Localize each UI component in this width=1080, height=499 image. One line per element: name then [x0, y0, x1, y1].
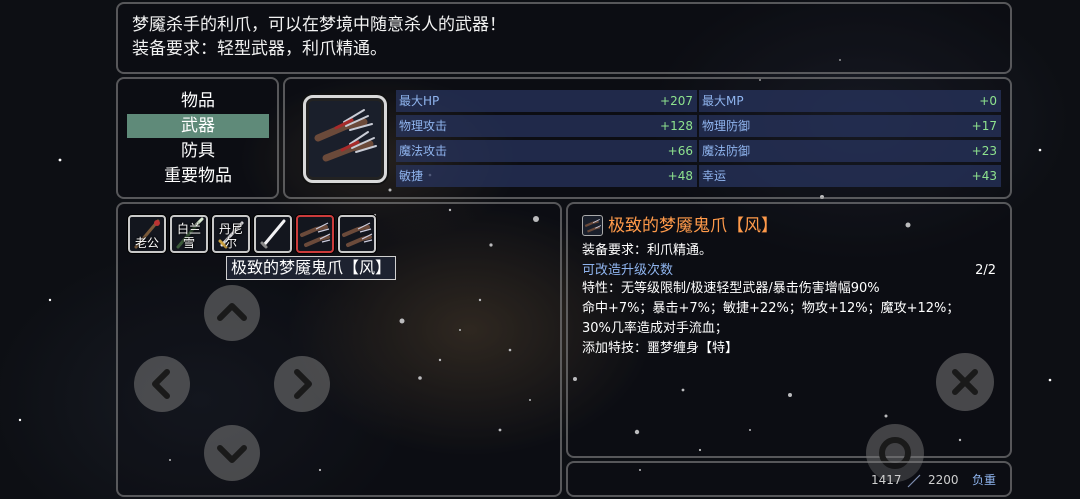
stat-max-mp: 最大MP +0: [699, 90, 1001, 112]
dpad-left-button[interactable]: [134, 356, 190, 412]
weight-label: 负重: [972, 473, 997, 487]
dagger-icon: [260, 219, 286, 249]
close-button[interactable]: [936, 353, 994, 411]
stat-value: +66: [667, 144, 693, 158]
stat-physical-attack: 物理攻击 +128: [396, 115, 697, 137]
category-weapons[interactable]: 武器: [127, 114, 269, 138]
inventory-slot[interactable]: [254, 215, 292, 253]
description-text: 梦魇杀手的利爪，可以在梦境中随意杀人的武器！: [132, 15, 506, 35]
chevron-left-icon: [152, 369, 170, 399]
item-name: 极致的梦魇鬼爪【风】: [608, 216, 778, 236]
item-preview: [303, 95, 387, 183]
weight-max: 2200: [928, 473, 959, 487]
inventory-slot[interactable]: 白兰雪: [170, 215, 208, 253]
bonus-text: 命中+7%；暴击+7%；敏捷+22%；物攻+12%；魔攻+12%；: [582, 301, 960, 316]
stat-label: 魔法防御: [702, 144, 751, 158]
slot-label: 丹尼尔: [218, 222, 243, 250]
chevron-up-icon: [217, 303, 247, 321]
weight-current: 1417: [871, 473, 902, 487]
chevron-right-icon: [294, 369, 312, 399]
stat-value: +43: [971, 169, 997, 183]
description-panel: 梦魇杀手的利爪，可以在梦境中随意杀人的武器！ 装备要求：轻型武器，利爪精通。: [116, 2, 1012, 74]
stat-label: 敏捷: [399, 169, 424, 183]
stat-value: +207: [660, 94, 693, 108]
stat-label: 最大MP: [702, 94, 744, 108]
inventory-slot[interactable]: 老公: [128, 215, 166, 253]
stat-value: +0: [979, 94, 997, 108]
category-items[interactable]: 物品: [127, 89, 269, 113]
equip-requirement: 装备要求：利爪精通。: [582, 243, 713, 258]
stat-luck: 幸运 +43: [699, 165, 1001, 187]
skill-text: 添加特技：噩梦缠身【特】: [582, 341, 739, 356]
inventory-slot[interactable]: 丹尼尔: [212, 215, 250, 253]
slot-label: 白兰雪: [176, 222, 201, 250]
stat-value: +48: [667, 169, 693, 183]
stat-value: +23: [971, 144, 997, 158]
claw-icon: [314, 109, 377, 162]
inventory-panel: 老公 白兰雪 丹尼尔 极致的梦魇鬼爪【风】: [116, 202, 562, 497]
category-armor[interactable]: 防具: [127, 139, 269, 163]
stat-value: +128: [660, 119, 693, 133]
category-panel: 物品 武器 防具 重要物品: [116, 77, 279, 199]
dpad-down-button[interactable]: [204, 425, 260, 481]
stat-max-hp: 最大HP +207: [396, 90, 697, 112]
slot-label: 老公: [134, 236, 159, 250]
claw-icon: [584, 218, 602, 233]
requirement-text: 装备要求：轻型武器，利爪精通。: [132, 39, 387, 59]
upgrade-label: 可改造升级次数: [582, 263, 674, 278]
stat-magic-attack: 魔法攻击 +66: [396, 140, 697, 162]
close-icon: [952, 369, 978, 395]
stat-label: 物理防御: [702, 119, 751, 133]
item-tooltip: 极致的梦魇鬼爪【风】: [226, 256, 397, 280]
claw-icon: [300, 222, 331, 247]
stat-physical-defense: 物理防御 +17: [699, 115, 1001, 137]
bleed-text: 30%几率造成对手流血；: [582, 321, 728, 336]
stat-label: 幸运: [702, 169, 727, 183]
stat-label: 物理攻击: [399, 119, 448, 133]
item-detail-panel: 极致的梦魇鬼爪【风】 装备要求：利爪精通。 可改造升级次数 2/2 特性：无等级…: [566, 202, 1012, 458]
item-icon: [582, 215, 603, 236]
inventory-slot-selected[interactable]: [296, 215, 334, 253]
trait-text: 特性：无等级限制/极速轻型武器/暴击伤害增幅90%: [582, 281, 880, 296]
stat-value: +17: [971, 119, 997, 133]
chevron-down-icon: [217, 445, 247, 463]
slash-divider: [907, 474, 921, 488]
upgrade-count: 2/2: [975, 263, 996, 278]
stat-label: 魔法攻击: [399, 144, 448, 158]
inventory-slot[interactable]: [338, 215, 376, 253]
stat-label: 最大HP: [399, 94, 440, 108]
stat-agility: 敏捷 +48: [396, 165, 697, 187]
dpad-right-button[interactable]: [274, 356, 330, 412]
weight-panel: 1417 2200 负重: [566, 461, 1012, 497]
dpad-up-button[interactable]: [204, 285, 260, 341]
stat-magic-defense: 魔法防御 +23: [699, 140, 1001, 162]
category-key-items[interactable]: 重要物品: [127, 164, 269, 188]
stats-panel: 最大HP +207 最大MP +0 物理攻击 +128 物理防御 +17 魔法攻…: [283, 77, 1012, 199]
claw-icon: [342, 222, 373, 247]
